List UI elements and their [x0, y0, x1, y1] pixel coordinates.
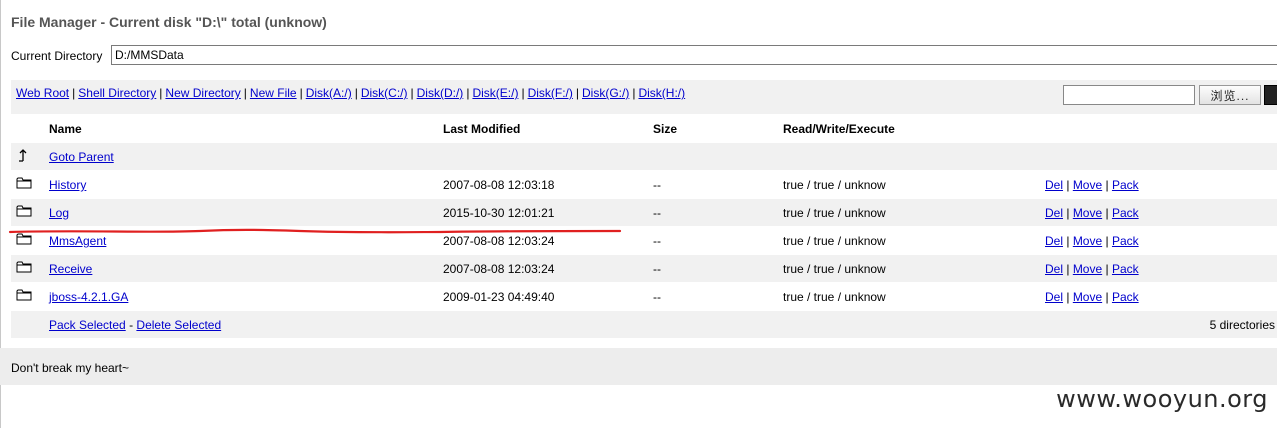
nav-separator: | — [575, 86, 580, 100]
move-link[interactable]: Move — [1073, 178, 1102, 192]
nav-link-disk-d[interactable]: Disk(D:/) — [417, 86, 464, 100]
folder-icon — [16, 288, 34, 304]
size: -- — [653, 290, 661, 304]
upload-submit-button[interactable] — [1264, 85, 1277, 105]
permissions: true / true / unknow — [783, 178, 886, 192]
nav-link-shell-directory[interactable]: Shell Directory — [78, 86, 156, 100]
table-row: History 2007-08-08 12:03:18 -- true / true … — [11, 171, 1277, 199]
pack-selected-link[interactable]: Pack Selected — [49, 318, 126, 332]
nav-link-new-directory[interactable]: New Directory — [165, 86, 240, 100]
goto-parent-link[interactable]: Goto Parent — [49, 150, 114, 164]
pack-link[interactable]: Pack — [1112, 206, 1139, 220]
column-header-last-modified: Last Modified — [443, 122, 521, 136]
current-directory-row: Current Directory — [11, 45, 1277, 67]
folder-name-link[interactable]: Log — [49, 206, 69, 220]
browse-button[interactable]: 浏览... — [1199, 85, 1261, 105]
row-actions: Del | Move | Pack — [1045, 234, 1139, 248]
nav-separator: | — [354, 86, 358, 100]
nav-separator: | — [299, 86, 303, 100]
folder-icon — [16, 260, 34, 276]
folder-icon — [16, 176, 34, 192]
nav-separator: | — [521, 86, 525, 100]
move-link[interactable]: Move — [1073, 290, 1102, 304]
pack-link[interactable]: Pack — [1112, 290, 1139, 304]
table-row: Receive 2007-08-08 12:03:24 -- true / true … — [11, 255, 1277, 283]
nav-separator: | — [159, 86, 163, 100]
table-footer-row: Pack Selected - Delete Selected 5 direct… — [11, 311, 1277, 339]
column-header-rwx: Read/Write/Execute — [783, 122, 895, 136]
nav-link-disk-g[interactable]: Disk(G:/) — [582, 86, 629, 100]
permissions: true / true / unknow — [783, 290, 886, 304]
size: -- — [653, 234, 661, 248]
table-row: jboss-4.2.1.GA 2009-01-23 04:49:40 -- true … — [11, 283, 1277, 311]
up-arrow-icon — [16, 148, 34, 164]
pack-link[interactable]: Pack — [1112, 178, 1139, 192]
size: -- — [653, 206, 661, 220]
footer-text: Don't break my heart~ — [11, 361, 130, 375]
nav-link-disk-a[interactable]: Disk(A:/) — [306, 86, 352, 100]
column-header-size: Size — [653, 122, 678, 136]
row-actions: Del | Move | Pack — [1045, 178, 1139, 192]
nav-separator: | — [243, 86, 247, 100]
size: -- — [653, 262, 661, 276]
last-modified: 2007-08-08 12:03:18 — [443, 178, 555, 192]
del-link[interactable]: Del — [1045, 234, 1063, 248]
goto-parent-row: Goto Parent — [11, 143, 1277, 171]
move-link[interactable]: Move — [1073, 206, 1102, 220]
nav-links: Web Root | Shell Directory | New Directory | N… — [16, 86, 685, 100]
nav-separator: | — [632, 86, 636, 100]
watermark: www.wooyun.org — [1056, 385, 1268, 413]
nav-link-disk-f[interactable]: Disk(F:/) — [528, 86, 573, 100]
size: -- — [653, 178, 661, 192]
folder-icon — [16, 204, 34, 220]
nav-link-disk-c[interactable]: Disk(C:/) — [361, 86, 408, 100]
nav-separator: | — [410, 86, 414, 100]
upload-file-path-field[interactable] — [1063, 85, 1195, 105]
bulk-separator: - — [129, 318, 134, 332]
del-link[interactable]: Del — [1045, 178, 1063, 192]
current-directory-label: Current Directory — [11, 49, 103, 63]
nav-link-disk-e[interactable]: Disk(E:/) — [472, 86, 518, 100]
permissions: true / true / unknow — [783, 234, 886, 248]
move-link[interactable]: Move — [1073, 262, 1102, 276]
folder-name-link[interactable]: Receive — [49, 262, 92, 276]
row-actions: Del | Move | Pack — [1045, 290, 1139, 304]
del-link[interactable]: Del — [1045, 206, 1063, 220]
last-modified: 2009-01-23 04:49:40 — [443, 290, 555, 304]
bulk-actions: Pack Selected - Delete Selected — [49, 318, 221, 332]
directory-count: 5 directories — [1209, 318, 1275, 332]
toolbar: Web Root | Shell Directory | New Directory | N… — [11, 80, 1277, 114]
table-header-row: Name Last Modified Size Read/Write/Execu… — [11, 115, 1277, 143]
permissions: true / true / unknow — [783, 206, 886, 220]
page-title: File Manager - Current disk "D:\" total … — [11, 14, 327, 30]
column-header-name: Name — [49, 122, 82, 136]
nav-separator: | — [72, 86, 76, 100]
nav-link-new-file[interactable]: New File — [250, 86, 297, 100]
nav-link-web-root[interactable]: Web Root — [16, 86, 69, 100]
red-annotation-underline — [8, 228, 622, 234]
folder-name-link[interactable]: History — [49, 178, 86, 192]
nav-link-disk-h[interactable]: Disk(H:/) — [638, 86, 685, 100]
pack-link[interactable]: Pack — [1112, 234, 1139, 248]
row-actions: Del | Move | Pack — [1045, 262, 1139, 276]
delete-selected-link[interactable]: Delete Selected — [136, 318, 221, 332]
permissions: true / true / unknow — [783, 262, 886, 276]
row-actions: Del | Move | Pack — [1045, 206, 1139, 220]
nav-separator: | — [466, 86, 470, 100]
del-link[interactable]: Del — [1045, 262, 1063, 276]
last-modified: 2007-08-08 12:03:24 — [443, 262, 555, 276]
current-directory-input[interactable] — [111, 45, 1277, 65]
folder-name-link[interactable]: jboss-4.2.1.GA — [49, 290, 128, 304]
move-link[interactable]: Move — [1073, 234, 1102, 248]
last-modified: 2015-10-30 12:01:21 — [443, 206, 555, 220]
footer-bar: Don't break my heart~ — [0, 348, 1277, 385]
pack-link[interactable]: Pack — [1112, 262, 1139, 276]
del-link[interactable]: Del — [1045, 290, 1063, 304]
